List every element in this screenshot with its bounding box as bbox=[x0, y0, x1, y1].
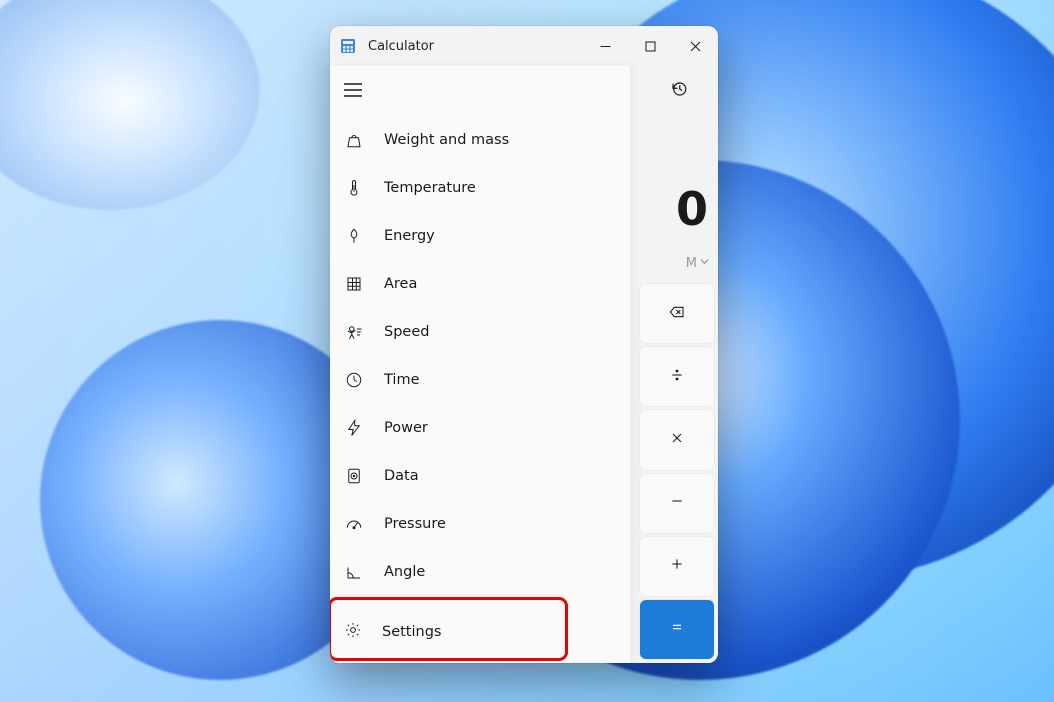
gear-icon bbox=[344, 621, 362, 643]
hamburger-button[interactable] bbox=[330, 66, 630, 116]
history-icon bbox=[670, 80, 688, 102]
nav-item-angle[interactable]: Angle bbox=[330, 548, 630, 596]
nav-label: Temperature bbox=[384, 180, 476, 196]
minus-icon bbox=[669, 493, 685, 513]
nav-label: Settings bbox=[382, 624, 441, 640]
title-bar[interactable]: Calculator bbox=[330, 26, 718, 66]
memory-indicator: M bbox=[686, 256, 697, 271]
backspace-button[interactable] bbox=[640, 284, 714, 343]
equals-button[interactable] bbox=[640, 600, 714, 659]
nav-label: Angle bbox=[384, 564, 425, 580]
area-icon bbox=[344, 274, 364, 294]
speed-icon bbox=[344, 322, 364, 342]
nav-label: Power bbox=[384, 420, 428, 436]
multiply-icon bbox=[669, 430, 685, 450]
chevron-down-icon bbox=[699, 256, 710, 271]
maximize-button[interactable] bbox=[628, 26, 673, 66]
converter-list: Weight and mass Temperature Energy bbox=[330, 116, 630, 601]
temperature-icon bbox=[344, 178, 364, 198]
calculator-window: Calculator bbox=[330, 26, 718, 663]
plus-icon bbox=[669, 556, 685, 576]
divide-button[interactable] bbox=[640, 347, 714, 406]
energy-icon bbox=[344, 226, 364, 246]
nav-label: Weight and mass bbox=[384, 132, 509, 148]
close-button[interactable] bbox=[673, 26, 718, 66]
plus-button[interactable] bbox=[640, 537, 714, 596]
desktop-wallpaper: Calculator bbox=[0, 0, 1054, 702]
nav-item-data[interactable]: Data bbox=[330, 452, 630, 500]
nav-label: Pressure bbox=[384, 516, 446, 532]
minus-button[interactable] bbox=[640, 474, 714, 533]
pressure-icon bbox=[344, 514, 364, 534]
equals-icon bbox=[669, 619, 685, 639]
nav-item-speed[interactable]: Speed bbox=[330, 308, 630, 356]
nav-label: Speed bbox=[384, 324, 429, 340]
window-title: Calculator bbox=[368, 39, 434, 54]
nav-item-area[interactable]: Area bbox=[330, 260, 630, 308]
nav-label: Time bbox=[384, 372, 420, 388]
data-icon bbox=[344, 466, 364, 486]
nav-label: Data bbox=[384, 468, 419, 484]
nav-item-settings[interactable]: Settings bbox=[330, 601, 630, 663]
minimize-button[interactable] bbox=[583, 26, 628, 66]
memory-dropdown[interactable]: M bbox=[640, 246, 718, 280]
angle-icon bbox=[344, 562, 364, 582]
weight-icon bbox=[344, 130, 364, 150]
display: 0 bbox=[640, 116, 718, 246]
divide-icon bbox=[669, 367, 685, 387]
backspace-icon bbox=[669, 304, 685, 324]
history-button[interactable] bbox=[640, 66, 718, 116]
calculator-right-column: 0 M bbox=[640, 66, 718, 663]
nav-item-time[interactable]: Time bbox=[330, 356, 630, 404]
calculator-app-icon bbox=[340, 38, 356, 54]
nav-label: Area bbox=[384, 276, 417, 292]
nav-item-energy[interactable]: Energy bbox=[330, 212, 630, 260]
nav-item-temperature[interactable]: Temperature bbox=[330, 164, 630, 212]
navigation-panel: Weight and mass Temperature Energy bbox=[330, 66, 631, 663]
power-icon bbox=[344, 418, 364, 438]
hamburger-icon bbox=[344, 82, 362, 101]
nav-item-weight[interactable]: Weight and mass bbox=[330, 116, 630, 164]
nav-item-power[interactable]: Power bbox=[330, 404, 630, 452]
display-value: 0 bbox=[676, 182, 708, 236]
nav-label: Energy bbox=[384, 228, 435, 244]
nav-item-pressure[interactable]: Pressure bbox=[330, 500, 630, 548]
time-icon bbox=[344, 370, 364, 390]
multiply-button[interactable] bbox=[640, 410, 714, 469]
